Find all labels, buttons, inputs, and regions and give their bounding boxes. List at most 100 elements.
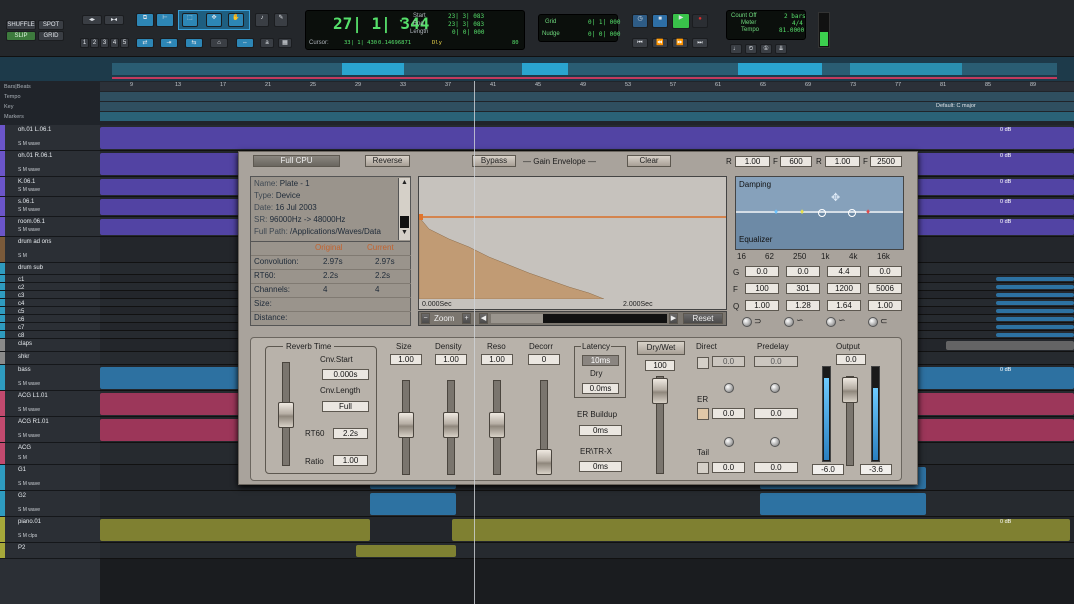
track-buttons[interactable]: S M wave xyxy=(18,227,40,233)
start-value[interactable]: 23| 3| 083 xyxy=(448,13,484,20)
fast-forward-icon[interactable]: ⏩ xyxy=(672,38,688,48)
audio-clip[interactable] xyxy=(100,127,1074,149)
filter-lowshelf-radio[interactable] xyxy=(784,317,794,327)
cnv-length-value[interactable]: Full xyxy=(322,401,369,412)
track-header[interactable]: c5 xyxy=(0,307,100,315)
tempo-value[interactable]: 81.0000 xyxy=(779,27,804,34)
track-view-selector[interactable]: wave xyxy=(28,167,40,173)
size-value[interactable]: 1.00 xyxy=(390,354,422,365)
bypass-button[interactable]: Bypass xyxy=(472,155,516,167)
eq-freq-value[interactable]: 1200 xyxy=(827,283,861,294)
track-header[interactable]: claps xyxy=(0,339,100,352)
playhead-line[interactable] xyxy=(474,81,475,604)
envelope-handle[interactable] xyxy=(419,214,423,220)
filter-peak-radio[interactable] xyxy=(826,317,836,327)
mute-button[interactable]: M xyxy=(23,187,27,193)
track-name[interactable]: P2 xyxy=(18,545,25,551)
link-icon[interactable]: ⇄ xyxy=(136,38,154,48)
delay-label[interactable]: Dly xyxy=(432,40,442,46)
track-header[interactable]: c4 xyxy=(0,299,100,307)
eq-band1-icon[interactable]: ♦ xyxy=(774,207,778,216)
go-to-end-icon[interactable]: ⏭ xyxy=(692,38,708,48)
track-view-selector[interactable]: wave xyxy=(28,407,40,413)
track-header[interactable]: drum ad ons S M xyxy=(0,237,100,263)
track-name[interactable]: oh.01 L.06.1 xyxy=(18,127,51,133)
trim-tool-icon[interactable]: ⊢ xyxy=(156,13,174,27)
latency-value[interactable]: 10ms xyxy=(582,355,619,366)
info-scrollbar[interactable]: ▲ ▼ xyxy=(398,178,410,240)
eq-gain-value[interactable]: 0.0 xyxy=(868,266,902,277)
tail-toggle[interactable] xyxy=(697,462,709,474)
impulse-response-display[interactable]: 0.000Sec 2.000Sec xyxy=(418,176,727,310)
tail-gain-knob-icon[interactable] xyxy=(724,437,734,447)
eq-band2-icon[interactable]: ♦ xyxy=(800,207,804,216)
clear-button[interactable]: Clear xyxy=(627,155,671,167)
audio-clip[interactable] xyxy=(996,325,1074,329)
scroll-down-icon[interactable]: ▼ xyxy=(401,229,408,236)
track-header[interactable]: bass S M wave xyxy=(0,365,100,391)
tab-to-transient-icon[interactable]: ⇥ xyxy=(160,38,178,48)
track-header[interactable]: P2 xyxy=(0,543,100,559)
eq-gain-value[interactable]: 0.0 xyxy=(745,266,779,277)
ertr-x-value[interactable]: 0ms xyxy=(579,461,622,472)
wait-for-note-icon[interactable]: ♩ xyxy=(730,44,742,54)
solo-button[interactable]: S xyxy=(18,455,21,461)
solo-button[interactable]: S xyxy=(18,253,21,259)
density-fader-knob[interactable] xyxy=(443,412,459,438)
scroll-thumb[interactable] xyxy=(400,216,409,228)
eq-gain-value[interactable]: 4.4 xyxy=(827,266,861,277)
insert-icon[interactable]: ⌂ xyxy=(210,38,228,48)
eq-band4-icon[interactable] xyxy=(848,209,856,217)
eq-q-value[interactable]: 1.64 xyxy=(827,300,861,311)
tail-predelay-knob-icon[interactable] xyxy=(770,437,780,447)
audio-clip[interactable] xyxy=(452,519,1070,541)
audio-clip[interactable] xyxy=(946,341,1074,350)
reverb-time-fader-knob[interactable] xyxy=(278,402,294,428)
track-lane[interactable] xyxy=(100,491,1074,517)
track-name[interactable]: bass xyxy=(18,367,31,373)
tempo-ruler[interactable] xyxy=(100,92,1074,101)
audio-clip[interactable] xyxy=(370,493,456,515)
mute-button[interactable]: M xyxy=(23,507,27,513)
zoom-minus-button[interactable]: − xyxy=(421,313,430,324)
track-buttons[interactable]: S M wave xyxy=(18,141,40,147)
keyboard-focus-icon[interactable]: a xyxy=(260,38,274,48)
online-icon[interactable]: ◷ xyxy=(632,14,648,28)
track-view-selector[interactable]: wave xyxy=(28,481,40,487)
scroll-left-icon[interactable]: ◀ xyxy=(479,313,488,324)
reset-button[interactable]: Reset xyxy=(683,313,723,324)
scroll-icon[interactable]: ⇔ xyxy=(236,38,254,48)
track-name[interactable]: claps xyxy=(18,341,32,347)
zoom-plus-button[interactable]: + xyxy=(462,313,471,324)
track-name[interactable]: ACG R1.01 xyxy=(18,419,49,425)
return-to-zero-icon[interactable]: ⏮ xyxy=(632,38,648,48)
mute-button[interactable]: M xyxy=(23,167,27,173)
track-buttons[interactable]: S M wave xyxy=(18,207,40,213)
filter-highcut-radio[interactable] xyxy=(868,317,878,327)
rewind-icon[interactable]: ⏪ xyxy=(652,38,668,48)
dry-latency-value[interactable]: 0.0ms xyxy=(582,383,619,394)
track-lane[interactable] xyxy=(100,543,1074,559)
solo-button[interactable]: S xyxy=(18,381,21,387)
solo-button[interactable]: S xyxy=(18,533,21,539)
key-marker[interactable]: Default: C major xyxy=(936,103,976,109)
audio-clip[interactable] xyxy=(996,333,1074,337)
track-header[interactable]: room.06.1 S M wave xyxy=(0,217,100,237)
track-header[interactable]: c2 xyxy=(0,283,100,291)
direct-toggle[interactable] xyxy=(697,357,709,369)
solo-button[interactable]: S xyxy=(18,187,21,193)
track-view-selector[interactable]: wave xyxy=(28,433,40,439)
tail-predelay-value[interactable]: 0.0 xyxy=(754,462,798,473)
scroll-up-icon[interactable]: ▲ xyxy=(401,179,408,186)
reso-value[interactable]: 1.00 xyxy=(481,354,513,365)
track-buttons[interactable]: S M clps xyxy=(18,533,37,539)
audio-clip[interactable] xyxy=(356,545,456,557)
dry-wet-fader-knob[interactable] xyxy=(652,378,668,404)
eq-band5-icon[interactable]: ♦ xyxy=(866,207,870,216)
track-header[interactable]: G1 S M wave xyxy=(0,465,100,491)
count-off-label[interactable]: Count Off xyxy=(731,13,757,19)
mute-button[interactable]: M xyxy=(23,141,27,147)
predelay-value[interactable]: 0.0 xyxy=(754,356,798,367)
zoom-preset-2[interactable]: 2 xyxy=(90,38,99,48)
audio-clip[interactable] xyxy=(996,277,1074,281)
